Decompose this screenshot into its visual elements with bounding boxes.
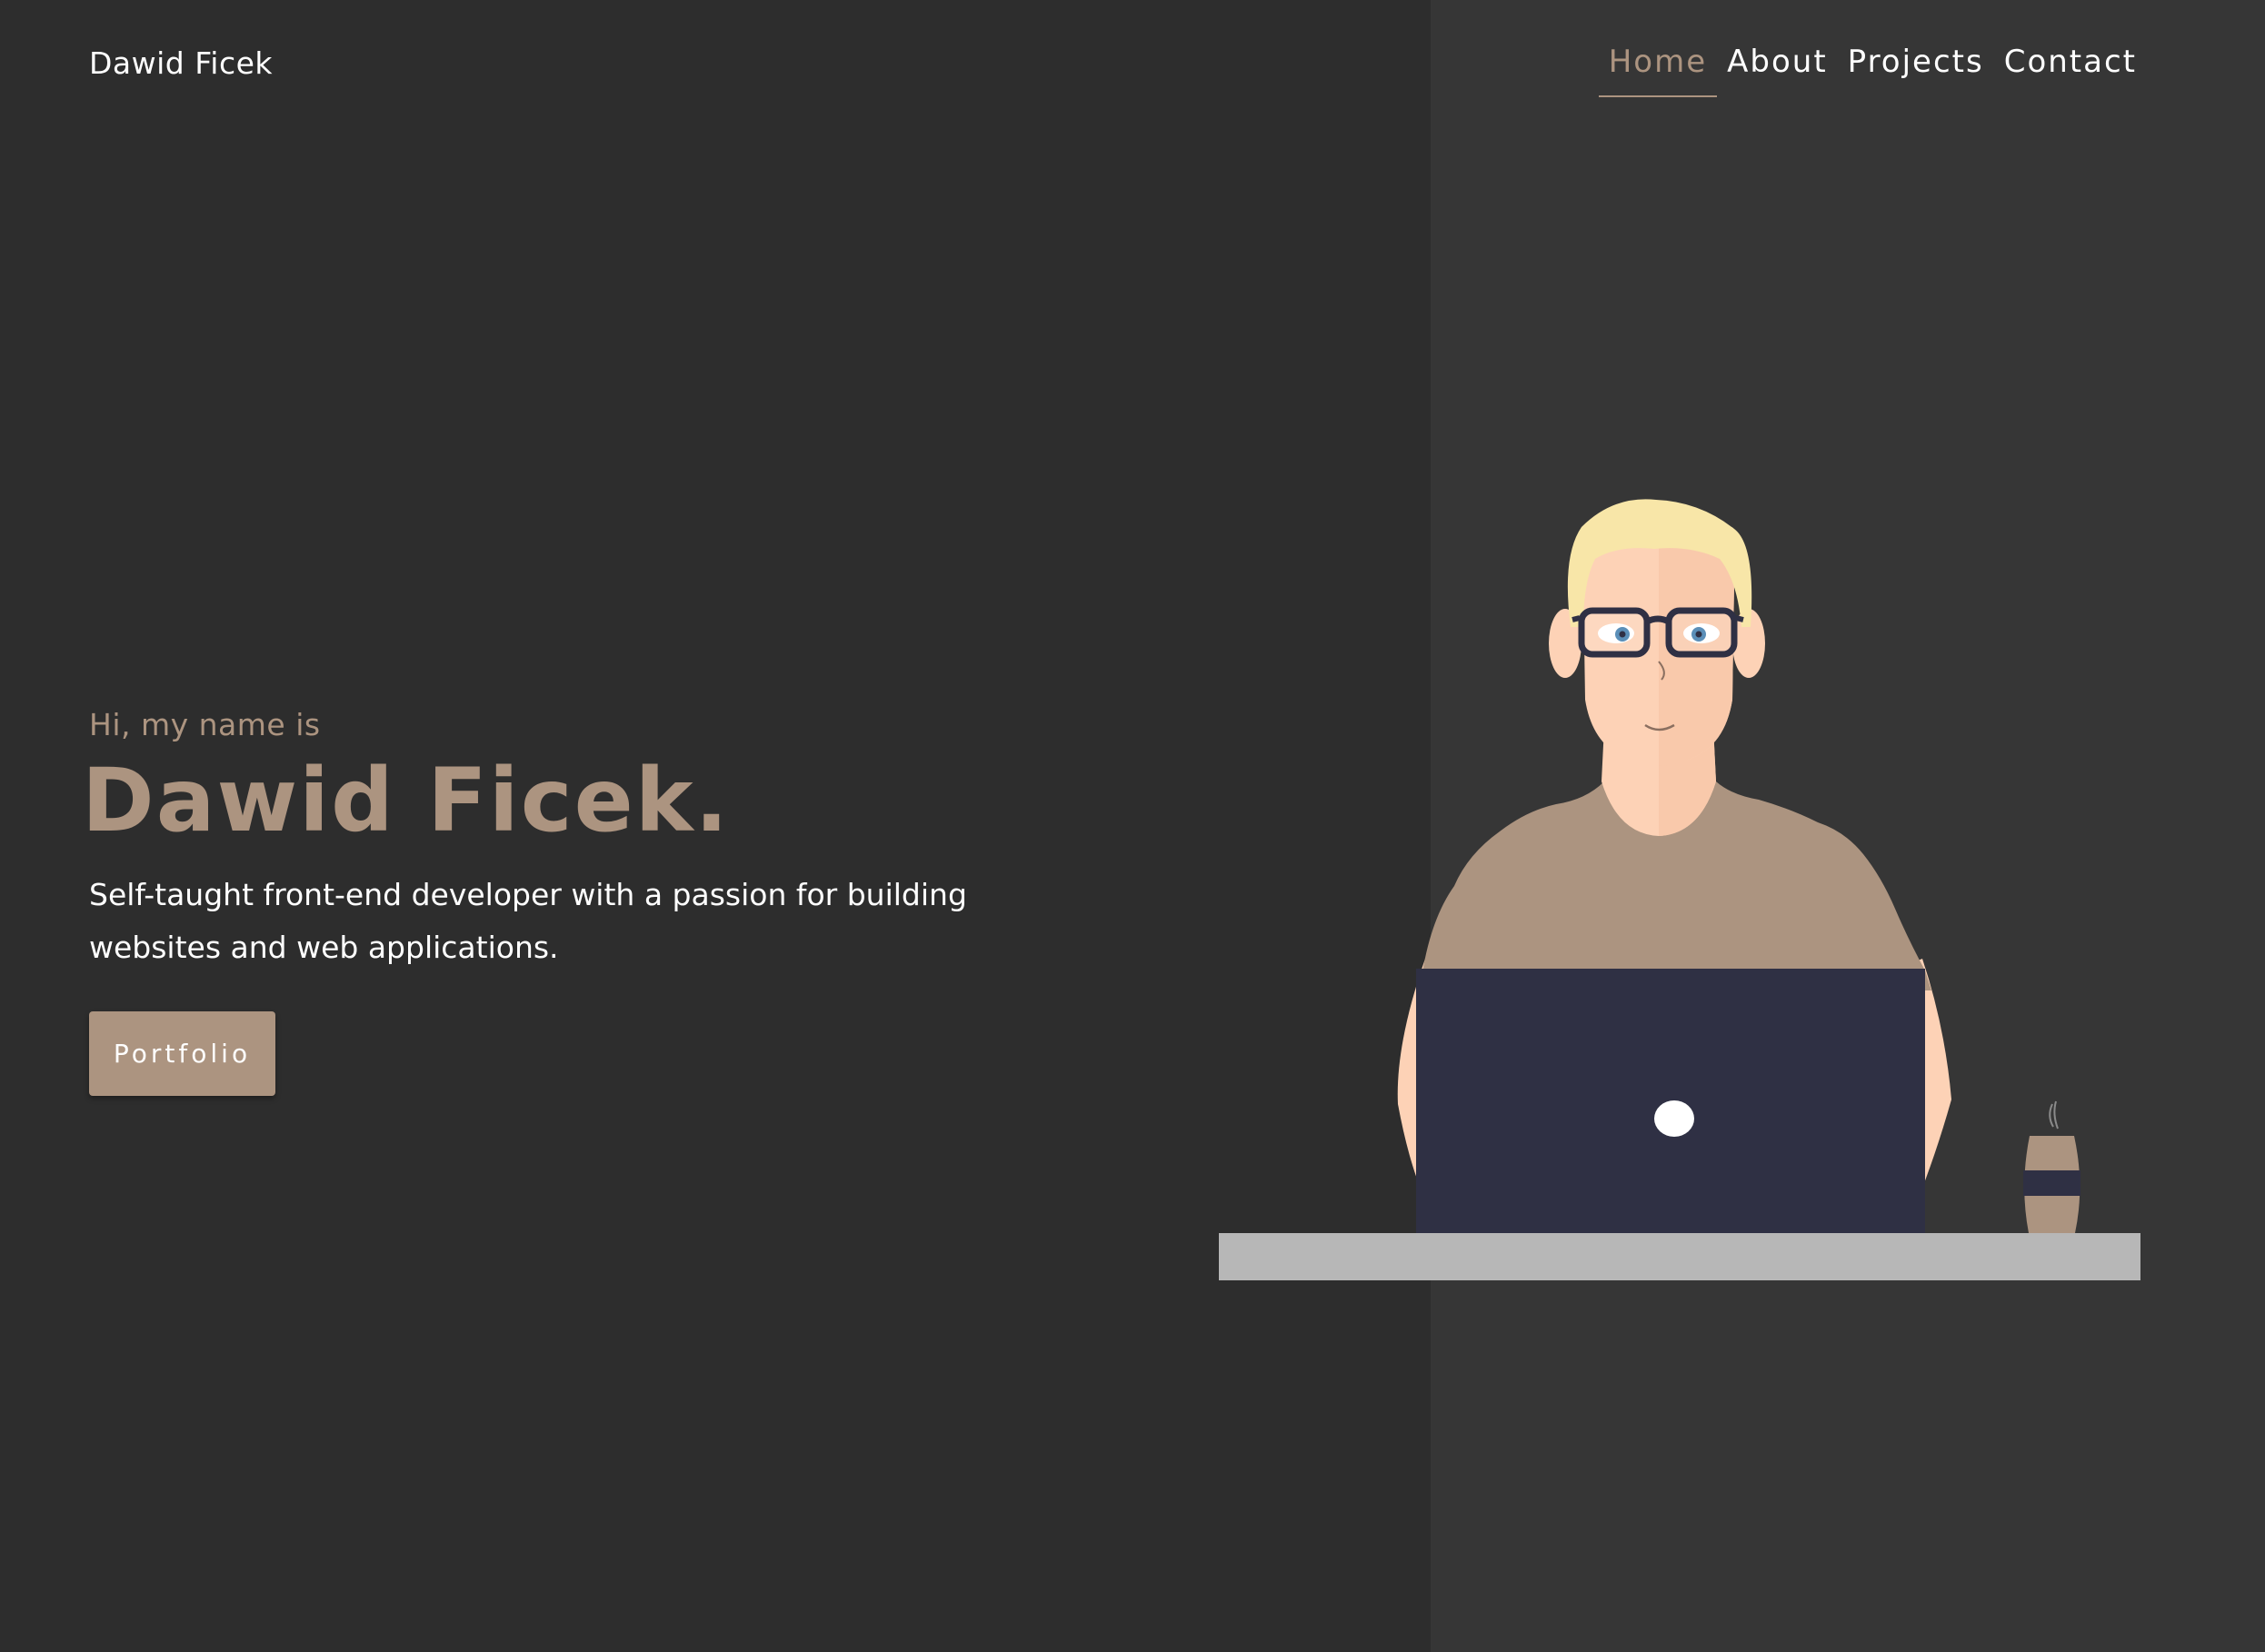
nav-item-home[interactable]: Home	[1598, 45, 1718, 98]
laptop-logo	[1654, 1100, 1694, 1137]
hero-description: Self-taught front-end developer with a p…	[89, 877, 967, 965]
coffee-steam	[2049, 1100, 2059, 1130]
developer-at-laptop-illustration	[1219, 499, 2140, 1280]
hero-greeting: Hi, my name is	[89, 707, 321, 742]
landing-page: Dawid Ficek Home About Projects Contact …	[0, 0, 2265, 1652]
nav-item-projects[interactable]: Projects	[1838, 45, 1994, 95]
portfolio-button[interactable]: Portfolio	[89, 1011, 275, 1096]
nav-item-contact[interactable]: Contact	[1994, 45, 2147, 95]
main-navigation: Home About Projects Contact	[1598, 45, 2147, 98]
nav-item-about[interactable]: About	[1717, 45, 1838, 95]
brand-logo-link[interactable]: Dawid Ficek	[89, 45, 273, 81]
desk	[1219, 1233, 2140, 1280]
hero-name-heading: Dawid Ficek.	[82, 750, 731, 851]
